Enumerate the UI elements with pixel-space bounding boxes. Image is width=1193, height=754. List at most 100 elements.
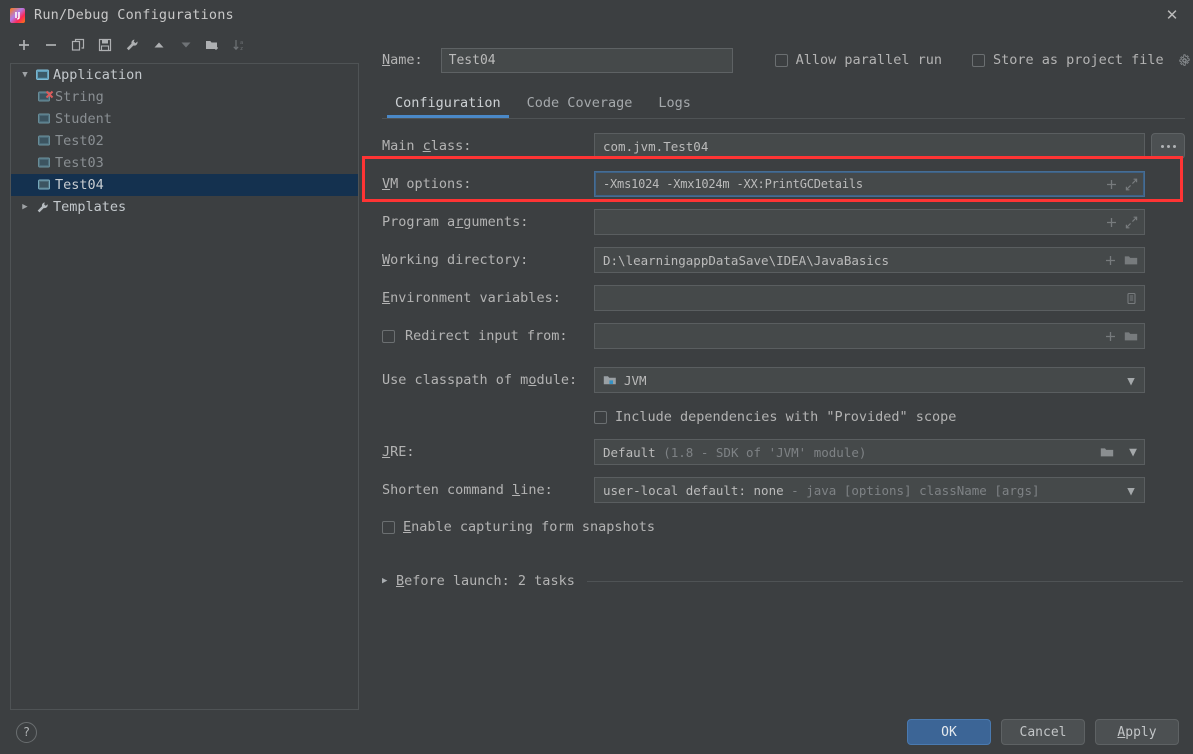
shorten-command-line-row: Shorten command line: user-local default… — [382, 475, 1185, 505]
name-input[interactable] — [440, 47, 733, 73]
redirect-input-row: Redirect input from: — [382, 321, 1185, 351]
tab-configuration[interactable]: Configuration — [382, 95, 514, 118]
enable-snapshots-label: Enable capturing form snapshots — [403, 519, 655, 535]
allow-parallel-run-checkbox[interactable]: Allow parallel run — [774, 52, 942, 68]
environment-variables-row: Environment variables: — [382, 283, 1185, 313]
move-up-button[interactable] — [145, 33, 172, 57]
allow-parallel-run-label: Allow parallel run — [795, 52, 942, 68]
ellipsis-icon[interactable] — [1151, 133, 1185, 159]
main-class-row: Main class: com.jvm.Test04 — [382, 131, 1185, 161]
config-icon — [35, 113, 53, 125]
macro-plus-icon[interactable] — [1105, 178, 1118, 191]
use-classpath-row: Use classpath of module: JVM ▼ — [382, 365, 1185, 395]
title-bar: Run/Debug Configurations ✕ — [0, 0, 1193, 30]
apply-button[interactable]: Apply — [1095, 719, 1179, 745]
working-directory-row: Working directory: D:\learningappDataSav… — [382, 245, 1185, 275]
main-class-value: com.jvm.Test04 — [603, 138, 709, 154]
help-button[interactable]: ? — [16, 721, 37, 743]
tree-node-test04[interactable]: Test04 — [11, 174, 358, 196]
include-provided-checkbox[interactable]: Include dependencies with "Provided" sco… — [594, 409, 956, 425]
tree-node-templates[interactable]: ▶ Templates — [11, 196, 358, 218]
folder-icon[interactable] — [1124, 330, 1138, 343]
program-arguments-row: Program arguments: — [382, 207, 1185, 237]
tab-logs[interactable]: Logs — [645, 95, 704, 118]
tree-node-application[interactable]: ▼ Application — [11, 64, 358, 86]
gear-icon[interactable] — [1178, 53, 1191, 67]
main-class-input[interactable]: com.jvm.Test04 — [594, 133, 1145, 159]
twisty-collapsed-icon[interactable]: ▶ — [382, 576, 396, 586]
window-title: Run/Debug Configurations — [34, 7, 234, 23]
checkbox-box[interactable] — [594, 410, 607, 424]
store-as-project-file-checkbox[interactable]: Store as project file — [971, 52, 1191, 68]
checkbox-box[interactable] — [971, 53, 985, 67]
chevron-down-icon[interactable]: ▼ — [1122, 373, 1140, 388]
vm-options-input[interactable]: -Xms1024 -Xmx1024m -XX:PrintGCDetails — [594, 171, 1145, 197]
left-pane: a z ▼ Application String Student Test02 … — [0, 30, 360, 710]
folder-icon[interactable] — [1124, 254, 1138, 267]
working-directory-value: D:\learningappDataSave\IDEA\JavaBasics — [603, 252, 889, 268]
checkbox-box[interactable] — [382, 329, 395, 343]
remove-configuration-button[interactable] — [37, 33, 64, 57]
twisty-collapsed-icon[interactable]: ▶ — [17, 202, 33, 212]
configurations-tree[interactable]: ▼ Application String Student Test02 Test… — [10, 63, 359, 710]
tree-node-label: Student — [55, 111, 112, 127]
folder-add-icon[interactable] — [199, 33, 226, 57]
expand-icon[interactable] — [1125, 216, 1138, 229]
shorten-command-line-dropdown[interactable]: user-local default: none - java [options… — [594, 477, 1145, 503]
list-edit-icon[interactable] — [1125, 292, 1138, 305]
before-launch-label: Before launch: 2 tasks — [396, 573, 575, 589]
redirect-input-label: Redirect input from: — [405, 328, 568, 344]
enable-snapshots-checkbox[interactable]: Enable capturing form snapshots — [382, 519, 655, 535]
vm-options-label: VM options: — [382, 176, 472, 192]
tree-node-string[interactable]: String — [11, 86, 358, 108]
redirect-input-field[interactable] — [594, 323, 1145, 349]
copy-configuration-button[interactable] — [64, 33, 91, 57]
jre-value: Default — [603, 444, 656, 460]
use-classpath-dropdown[interactable]: JVM ▼ — [594, 367, 1145, 393]
macro-plus-icon[interactable] — [1104, 330, 1117, 343]
sort-az-icon[interactable]: a z — [226, 33, 253, 57]
add-configuration-button[interactable] — [10, 33, 37, 57]
dialog-body: a z ▼ Application String Student Test02 … — [0, 30, 1193, 710]
configurations-toolbar: a z — [0, 30, 360, 60]
jre-label: JRE: — [382, 444, 415, 460]
tree-node-student[interactable]: Student — [11, 108, 358, 130]
tab-code-coverage[interactable]: Code Coverage — [514, 95, 646, 118]
close-icon[interactable]: ✕ — [1161, 4, 1183, 26]
checkbox-box[interactable] — [774, 53, 788, 67]
shorten-command-line-value: user-local default: none — [603, 482, 784, 498]
tree-node-label: Test02 — [55, 133, 104, 149]
macro-plus-icon[interactable] — [1105, 216, 1118, 229]
ok-button[interactable]: OK — [907, 719, 991, 745]
jre-value-detail: (1.8 - SDK of 'JVM' module) — [663, 444, 867, 460]
tree-node-test03[interactable]: Test03 — [11, 152, 358, 174]
folder-icon[interactable] — [1096, 446, 1118, 459]
macro-plus-icon[interactable] — [1104, 254, 1117, 267]
tree-node-label: String — [55, 89, 104, 105]
working-directory-input[interactable]: D:\learningappDataSave\IDEA\JavaBasics — [594, 247, 1145, 273]
tree-node-label: Templates — [53, 199, 127, 215]
before-launch-section[interactable]: ▶ Before launch: 2 tasks — [382, 573, 1193, 589]
environment-variables-input[interactable] — [594, 285, 1145, 311]
jre-row: JRE: Default (1.8 - SDK of 'JVM' module)… — [382, 437, 1185, 467]
move-down-button[interactable] — [172, 33, 199, 57]
cancel-button[interactable]: Cancel — [1001, 719, 1085, 745]
store-as-project-file-label: Store as project file — [992, 52, 1164, 68]
jre-dropdown[interactable]: Default (1.8 - SDK of 'JVM' module) — [594, 439, 1122, 465]
error-badge-icon — [45, 90, 54, 99]
expand-icon[interactable] — [1125, 178, 1138, 191]
redirect-input-checkbox[interactable]: Redirect input from: — [382, 328, 594, 344]
application-icon — [33, 69, 51, 81]
wrench-icon[interactable] — [118, 33, 145, 57]
checkbox-box[interactable] — [382, 520, 395, 534]
before-launch-separator — [586, 580, 1183, 582]
config-icon — [35, 90, 54, 103]
save-configuration-button[interactable] — [91, 33, 118, 57]
chevron-down-icon[interactable]: ▼ — [1122, 483, 1140, 498]
include-provided-row: Include dependencies with "Provided" sco… — [382, 403, 1185, 431]
jre-chevron-down-icon[interactable]: ▼ — [1122, 439, 1145, 465]
twisty-expanded-icon[interactable]: ▼ — [17, 70, 33, 80]
program-arguments-label: Program arguments: — [382, 214, 529, 230]
tree-node-test02[interactable]: Test02 — [11, 130, 358, 152]
program-arguments-input[interactable] — [594, 209, 1145, 235]
